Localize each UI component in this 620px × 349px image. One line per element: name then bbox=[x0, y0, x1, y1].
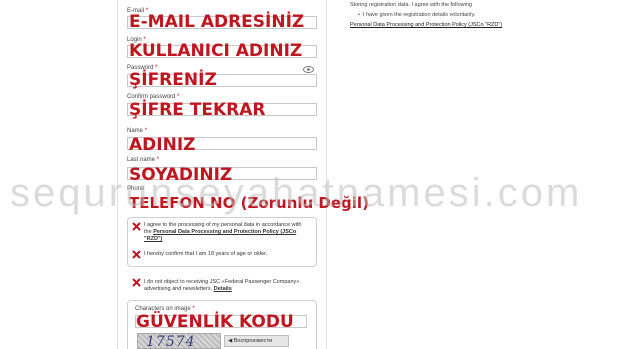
policy-link[interactable]: Personal Data Processing and Protection … bbox=[144, 229, 296, 242]
password-overlay-text: ŞİFRENİZ bbox=[129, 70, 217, 90]
eye-icon[interactable] bbox=[303, 66, 314, 73]
right-text-given: • I have given the registration details … bbox=[358, 12, 476, 18]
login-overlay-text: KULLANICI ADINIZ bbox=[129, 41, 303, 61]
captcha-overlay-text: GÜVENLİK KODU bbox=[136, 312, 294, 332]
last-name-label: Last name * bbox=[127, 157, 160, 163]
age-text: I hereby confirm that I am 18 years of a… bbox=[144, 251, 268, 257]
confirm-password-overlay-text: ŞİFRE TEKRAR bbox=[129, 100, 266, 120]
x-mark-icon[interactable] bbox=[132, 278, 141, 287]
x-mark-icon[interactable] bbox=[132, 222, 141, 231]
email-overlay-text: E-MAIL ADRESİNİZ bbox=[129, 12, 305, 32]
play-captcha-button[interactable]: ◀ Воспроизвести bbox=[224, 335, 289, 347]
details-link[interactable]: Details bbox=[214, 286, 232, 292]
x-mark-icon[interactable] bbox=[132, 250, 141, 259]
agree-text: I agree to the processing of my personal… bbox=[144, 222, 302, 242]
name-overlay-text: ADINIZ bbox=[129, 135, 196, 155]
captcha-image: 17574 bbox=[137, 333, 221, 349]
ads-text: I do not object to receiving JSC «Federa… bbox=[144, 279, 300, 292]
right-text-storing: Storing registration data. I agree with … bbox=[350, 2, 472, 8]
right-policy-link[interactable]: Personal Data Processing and Protection … bbox=[350, 22, 502, 28]
name-label: Name * bbox=[127, 128, 148, 134]
watermark: sequrunseyahatnamesi.com bbox=[10, 171, 583, 215]
